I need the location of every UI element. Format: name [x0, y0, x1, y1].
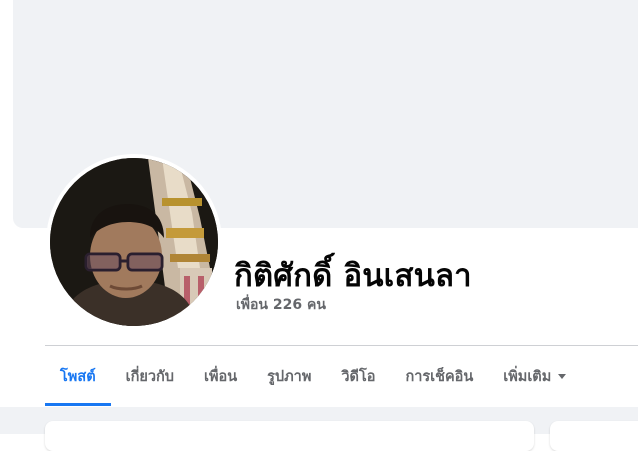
friends-count-link[interactable]: เพื่อน 226 คน: [236, 294, 326, 316]
tab-friends-label: เพื่อน: [203, 368, 238, 385]
feed-card-left: [45, 421, 534, 451]
tab-checkins-label: การเช็คอิน: [405, 368, 474, 385]
tab-about-label: เกี่ยวกับ: [125, 368, 174, 385]
profile-picture-frame: [46, 154, 222, 330]
tab-about[interactable]: เกี่ยวกับ: [111, 346, 189, 406]
caret-down-icon: [558, 373, 567, 379]
tab-photos[interactable]: รูปภาพ: [252, 346, 326, 406]
feed-card-right: [550, 421, 638, 451]
tab-more[interactable]: เพิ่มเติม: [488, 346, 581, 406]
profile-name: กิติศักดิ์ อินเสนลา: [234, 258, 472, 294]
tab-posts[interactable]: โพสต์: [45, 346, 111, 406]
tab-videos-label: วิดีโอ: [341, 368, 376, 385]
tab-checkins[interactable]: การเช็คอิน: [390, 346, 488, 406]
profile-picture[interactable]: [50, 158, 218, 326]
tab-photos-label: รูปภาพ: [267, 368, 312, 385]
tab-more-label: เพิ่มเติม: [503, 368, 552, 385]
profile-tabs: โพสต์ เกี่ยวกับ เพื่อน รูปภาพ วิดีโอ การ…: [45, 346, 581, 406]
tab-friends[interactable]: เพื่อน: [189, 346, 252, 406]
tab-posts-label: โพสต์: [60, 368, 96, 385]
tab-videos[interactable]: วิดีโอ: [326, 346, 390, 406]
